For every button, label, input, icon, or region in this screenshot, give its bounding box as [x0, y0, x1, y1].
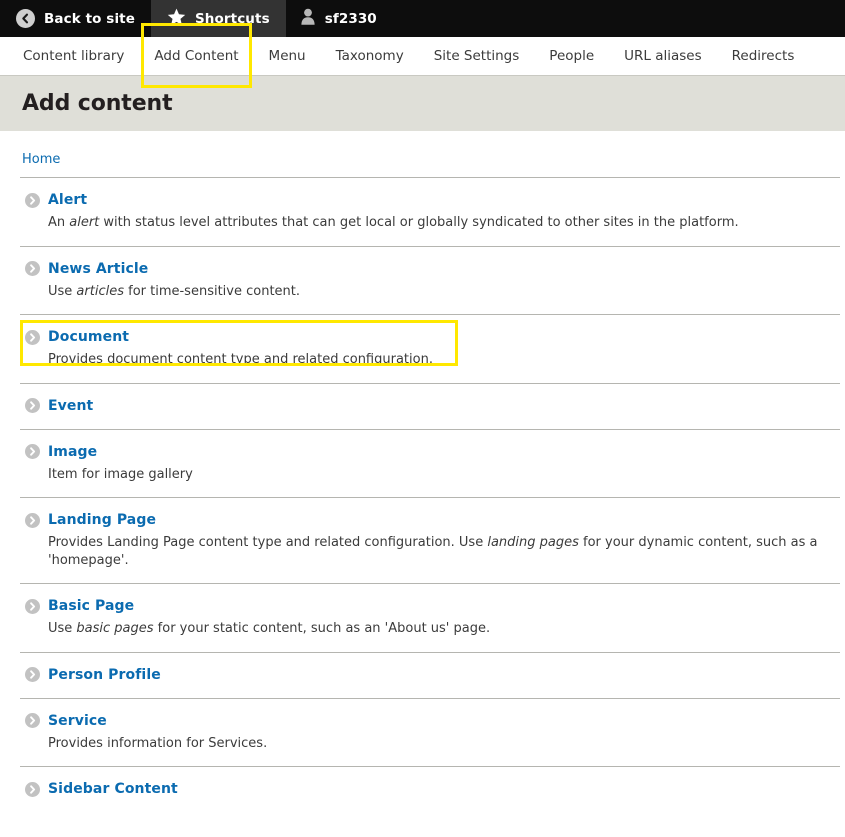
- content-type-item: Landing Page Provides Landing Page conten…: [20, 497, 840, 583]
- content-type-header: Sidebar Content: [20, 781, 840, 797]
- subnav-item-menu[interactable]: Menu: [254, 37, 321, 75]
- back-to-site-label: Back to site: [44, 10, 135, 27]
- content-type-item: Service Provides information for Services…: [20, 697, 840, 767]
- content-type-description: Item for image gallery: [48, 466, 193, 482]
- content-type-description: An alert with status level attributes th…: [48, 215, 739, 230]
- content-type-header: Image: [20, 444, 840, 460]
- content-type-list: Alert An alert with status level attribut…: [0, 177, 845, 812]
- content-type-description: Provides information for Services.: [48, 735, 268, 751]
- content-type-link[interactable]: Alert: [48, 192, 87, 208]
- subnav-item-url-aliases[interactable]: URL aliases: [609, 37, 717, 75]
- chevron-right-circle-icon: [25, 713, 40, 729]
- content-type-header: Basic Page: [20, 598, 840, 614]
- chevron-right-circle-icon: [25, 667, 40, 683]
- subnav-item-taxonomy[interactable]: Taxonomy: [321, 37, 419, 75]
- subnav-item-add-content[interactable]: Add Content: [139, 23, 253, 88]
- admin-toolbar: Back to site Shortcuts sf2330: [0, 0, 845, 37]
- shortcuts-tab[interactable]: Shortcuts: [150, 0, 286, 37]
- chevron-right-circle-icon: [25, 398, 40, 414]
- subnav-item-content-library[interactable]: Content library: [8, 37, 139, 75]
- content-type-header: Service: [20, 713, 840, 729]
- breadcrumb: Home: [0, 131, 845, 177]
- content-type-link[interactable]: Document: [48, 329, 129, 345]
- chevron-right-circle-icon: [25, 329, 40, 345]
- shortcuts-label: Shortcuts: [194, 10, 270, 27]
- content-type-item: Sidebar Content: [20, 766, 840, 812]
- chevron-right-circle-icon: [25, 192, 40, 208]
- content-type-item: Basic Page Use basic pages for your stati…: [20, 583, 840, 652]
- chevron-right-circle-icon: [25, 512, 40, 528]
- content-type-link[interactable]: Landing Page: [48, 512, 156, 528]
- content-type-item: Alert An alert with status level attribut…: [20, 177, 840, 246]
- content-type-header: Landing Page: [20, 512, 840, 528]
- admin-subnav: Content library Add Content Menu Taxonomy Si…: [0, 23, 845, 88]
- content-type-link[interactable]: Service: [48, 713, 107, 729]
- page-title: Add content: [22, 91, 173, 116]
- page-title-band: Add content: [0, 76, 845, 131]
- content-type-item: Document Provides document content type a…: [20, 314, 840, 383]
- content-type-link[interactable]: Sidebar Content: [48, 781, 178, 797]
- subnav-item-redirects[interactable]: Redirects: [717, 37, 810, 75]
- user-menu-button[interactable]: sf2330: [286, 0, 393, 37]
- content-type-item: Image Item for image gallery: [20, 428, 840, 498]
- chevron-right-circle-icon: [25, 598, 40, 614]
- content-type-header: Person Profile: [20, 667, 840, 683]
- content-type-item: News Article Use articles for time-sensit…: [20, 245, 840, 315]
- subnav-item-people[interactable]: People: [534, 37, 609, 75]
- content-type-header: Document: [20, 329, 840, 345]
- star-icon: [167, 8, 186, 30]
- breadcrumb-link-home[interactable]: Home: [22, 152, 60, 167]
- content-type-description: Use articles for time-sensitive content.: [48, 283, 301, 299]
- content-type-header: Alert: [20, 192, 840, 208]
- chevron-right-circle-icon: [25, 261, 40, 277]
- content-type-link[interactable]: Event: [48, 398, 93, 414]
- content-type-header: News Article: [20, 261, 840, 277]
- user-name-label: sf2330: [324, 10, 377, 27]
- back-to-site-button[interactable]: Back to site: [0, 0, 151, 37]
- content-type-header: Event: [20, 398, 840, 414]
- content-type-description: Provides Landing Page content type and r…: [48, 535, 818, 568]
- main-content: Home Alert An alert with status level att…: [0, 131, 845, 813]
- content-type-link[interactable]: Image: [48, 444, 97, 460]
- chevron-right-circle-icon: [25, 444, 40, 460]
- subnav-item-site-settings[interactable]: Site Settings: [419, 37, 535, 75]
- content-type-description: Use basic pages for your static content,…: [48, 621, 491, 637]
- chevron-right-circle-icon: [25, 781, 40, 797]
- person-icon: [300, 8, 316, 29]
- content-type-description: Provides document content type and relat…: [48, 352, 433, 368]
- content-type-item: Person Profile: [20, 651, 840, 698]
- content-type-link[interactable]: Basic Page: [48, 598, 134, 614]
- content-type-item: Event: [20, 382, 840, 429]
- content-type-link[interactable]: News Article: [48, 261, 148, 277]
- chevron-left-circle-icon: [16, 9, 35, 28]
- content-type-link[interactable]: Person Profile: [48, 667, 161, 683]
